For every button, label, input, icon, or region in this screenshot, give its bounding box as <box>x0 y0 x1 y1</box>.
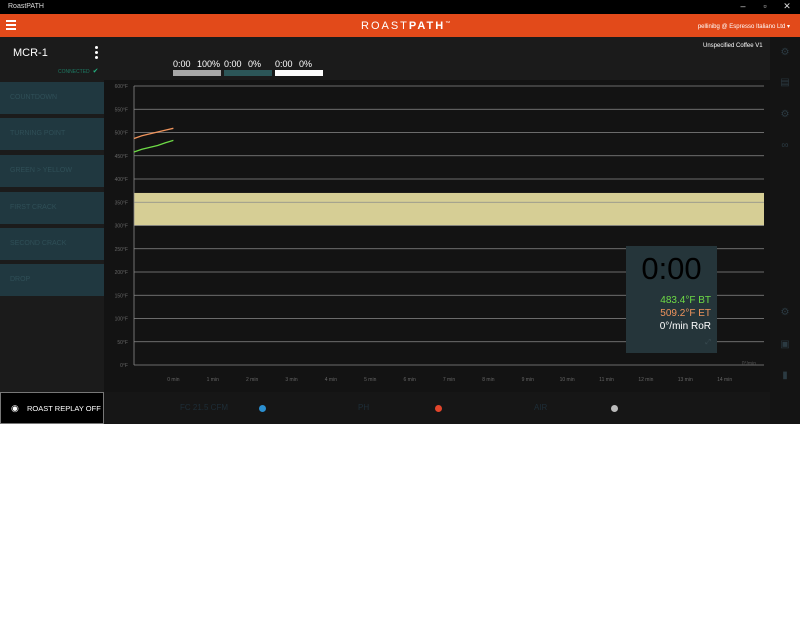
y-tick-label: 600°F <box>115 84 128 90</box>
bt-readout: 483.4°F BT <box>660 295 711 306</box>
progress-time: 0:00 <box>275 59 293 69</box>
ror-readout: 0°/min RoR <box>659 321 711 332</box>
brand-logo: ROASTPATH™ <box>361 20 450 32</box>
y-tick-label: 500°F <box>115 131 128 137</box>
x-tick-label: 4 min <box>325 377 337 383</box>
y-tick-label: 450°F <box>115 154 128 160</box>
y-tick-label: 150°F <box>115 293 128 299</box>
progress-time: 0:00 <box>224 59 242 69</box>
y-tick-label: 100°F <box>115 317 128 323</box>
fan-slider-handle[interactable] <box>259 405 266 412</box>
check-icon: ✔ <box>92 68 99 75</box>
series-line-et <box>133 127 174 140</box>
maximize-button[interactable]: ▫ <box>754 1 776 11</box>
y-tick-label: 0°F <box>120 363 128 369</box>
event-label: DROP <box>10 276 31 283</box>
x-tick-label: 8 min <box>482 377 494 383</box>
window-title: RoastPATH <box>8 3 44 10</box>
event-label: GREEN > YELLOW <box>10 167 72 174</box>
first-crack-band <box>134 192 764 226</box>
app-header: ROASTPATH™ pellinibg @ Espresso Italiano… <box>0 14 800 37</box>
minimize-button[interactable]: – <box>732 1 754 11</box>
chevron-down-icon: ▾ <box>786 24 790 30</box>
connection-status: CONNECTED ✔ <box>58 67 99 75</box>
save-icon[interactable]: ▣ <box>778 339 792 351</box>
roast-timer: 0:00 <box>641 251 702 286</box>
progress-percent: 0% <box>299 59 313 69</box>
progress-bar-dry <box>173 70 221 76</box>
x-tick-label: 0 min <box>167 377 179 383</box>
event-button-green-yellow[interactable]: GREEN > YELLOW <box>0 155 104 187</box>
x-tick-label: 14 min <box>717 377 732 383</box>
readout-panel: 0:00 483.4°F BT 509.2°F ET 0°/min RoR ⤢ <box>626 246 717 353</box>
y-tick-label: 350°F <box>115 200 128 206</box>
heat-slider-handle[interactable] <box>435 405 442 412</box>
event-sidebar: MCR-1 CONNECTED ✔ COUNTDOWN TURNING POINT… <box>0 37 104 392</box>
x-tick-label: 13 min <box>678 377 693 383</box>
x-tick-label: 1 min <box>207 377 219 383</box>
roast-replay-label: ROAST REPLAY OFF <box>27 404 101 413</box>
series-line-bt <box>133 139 174 153</box>
y-tick-label: 550°F <box>115 107 128 113</box>
event-button-drop[interactable]: DROP <box>0 264 104 296</box>
event-label: COUNTDOWN <box>10 94 58 101</box>
x-tick-label: 2 min <box>246 377 258 383</box>
cog-icon[interactable]: ⚙ <box>778 109 792 121</box>
y-tick-label: 400°F <box>115 177 128 183</box>
calendar-icon[interactable]: ▤ <box>778 77 792 89</box>
connection-label: CONNECTED <box>58 69 90 75</box>
x-tick-label: 12 min <box>638 377 653 383</box>
close-button[interactable]: ✕ <box>776 1 798 12</box>
heat-label: PH <box>358 403 370 412</box>
coffee-name[interactable]: Unspecified Coffee V1 <box>703 43 763 49</box>
x-tick-label: 6 min <box>404 377 416 383</box>
roast-replay-button[interactable]: ◉ ROAST REPLAY OFF <box>0 392 104 424</box>
expand-icon[interactable]: ⤢ <box>705 339 711 347</box>
gear-icon[interactable]: ⚙ <box>778 307 792 319</box>
x-tick-label: 7 min <box>443 377 455 383</box>
x-tick-label: 3 min <box>285 377 297 383</box>
right-toolbar: ⚙ ▤ ⚙ ∞ ⚙ ▣ ▮ <box>770 37 800 424</box>
brand-bold: PATH <box>408 20 446 32</box>
title-bar: RoastPATH – ▫ ✕ <box>0 0 800 14</box>
et-readout: 509.2°F ET <box>660 308 711 319</box>
brand-light: ROAST <box>361 20 409 32</box>
settings-icon[interactable]: ⚙ <box>778 47 792 59</box>
event-button-countdown[interactable]: COUNTDOWN <box>0 82 104 114</box>
control-bar: FC 21.5 CFM PH AIR <box>104 392 770 424</box>
event-label: TURNING POINT <box>10 130 66 137</box>
replay-icon: ◉ <box>11 403 19 413</box>
device-name: MCR-1 <box>13 47 48 59</box>
progress-bar-development <box>275 70 323 76</box>
event-button-turning-point[interactable]: TURNING POINT <box>0 118 104 150</box>
y-tick-label: 50°F <box>117 340 128 346</box>
link-icon[interactable]: ∞ <box>778 140 792 152</box>
y-tick-label: 200°F <box>115 270 128 276</box>
progress-bar-maillard <box>224 70 272 76</box>
progress-percent: 100% <box>197 59 221 69</box>
account-menu[interactable]: pellinibg @ Espresso Italiano Ltd ▾ <box>698 23 790 30</box>
x-tick-label: 9 min <box>522 377 534 383</box>
event-label: FIRST CRACK <box>10 204 57 211</box>
y-tick-label: 300°F <box>115 224 128 230</box>
x-tick-label: 5 min <box>364 377 376 383</box>
x-tick-label: 10 min <box>560 377 575 383</box>
more-vertical-icon[interactable] <box>95 46 98 61</box>
event-label: SECOND CRACK <box>10 240 67 247</box>
y-tick-label: 250°F <box>115 247 128 253</box>
brand-mark: ™ <box>445 20 451 27</box>
air-label: AIR <box>534 403 548 412</box>
air-slider-handle[interactable] <box>611 405 618 412</box>
x-unit-label: 0°/min <box>742 361 756 367</box>
progress-percent: 0% <box>248 59 262 69</box>
trash-icon[interactable]: ▮ <box>778 370 792 382</box>
app-window: RoastPATH – ▫ ✕ ROASTPATH™ pellinibg @ E… <box>0 0 800 424</box>
menu-icon[interactable] <box>6 20 16 31</box>
event-button-first-crack[interactable]: FIRST CRACK <box>0 192 104 224</box>
x-tick-label: 11 min <box>599 377 614 383</box>
account-label: pellinibg @ Espresso Italiano Ltd <box>697 24 786 30</box>
fan-label: FC 21.5 CFM <box>180 403 229 412</box>
event-button-second-crack[interactable]: SECOND CRACK <box>0 228 104 260</box>
progress-time: 0:00 <box>173 59 191 69</box>
